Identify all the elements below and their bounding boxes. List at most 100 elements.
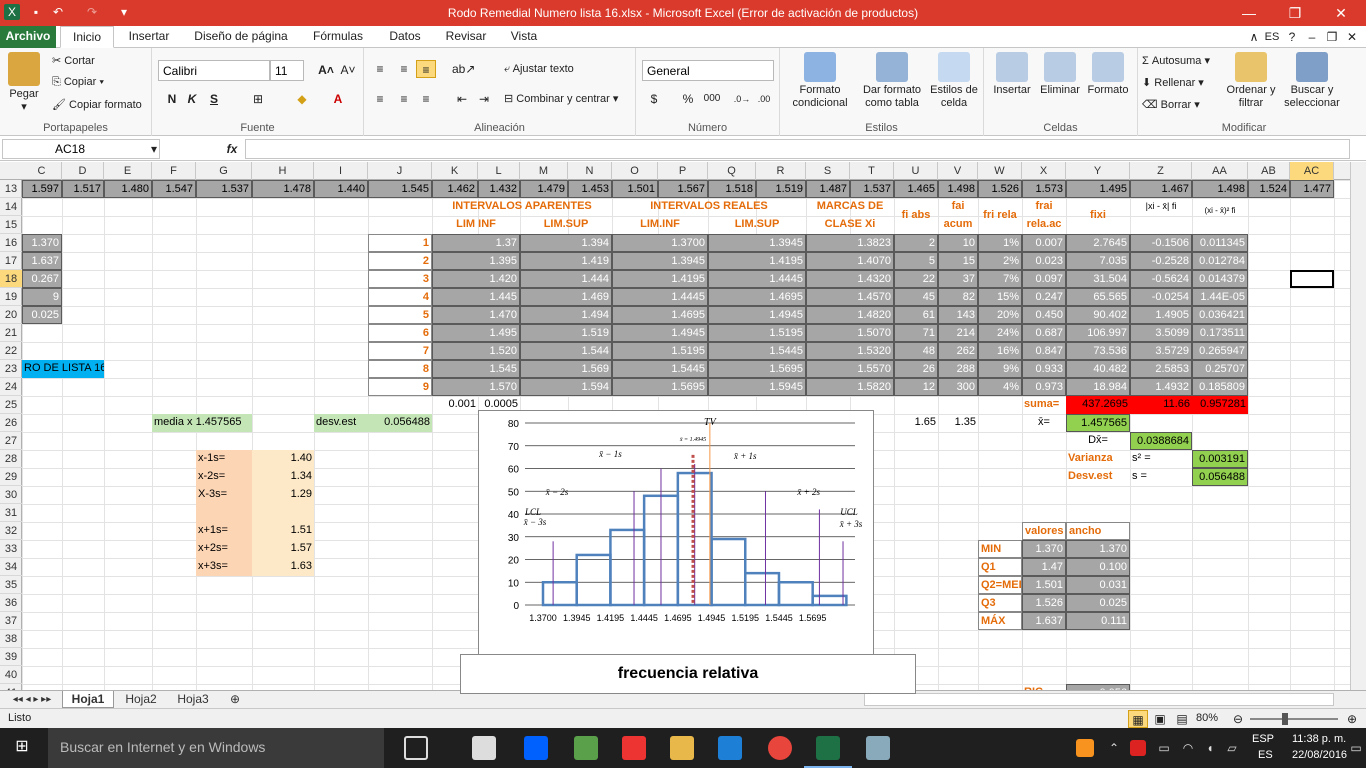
conditional-format-button[interactable]: Formato condicional xyxy=(784,52,856,110)
row-header-15[interactable]: 15 xyxy=(0,216,22,234)
freq-table-cell[interactable]: 1 xyxy=(368,234,432,252)
freq-table-cell[interactable]: 20% xyxy=(978,306,1022,324)
freq-table-cell[interactable]: 1.519 xyxy=(520,324,612,342)
freq-table-cell[interactable]: 1.394 xyxy=(520,234,612,252)
row-header-21[interactable]: 21 xyxy=(0,324,22,342)
freq-table-cell[interactable]: 9% xyxy=(978,360,1022,378)
row13-cell[interactable]: 1.498 xyxy=(938,180,978,198)
row13-cell[interactable]: 1.517 xyxy=(62,180,104,198)
varianza-value[interactable]: 0.003191 xyxy=(1192,450,1248,468)
column-header-ac[interactable]: AC xyxy=(1290,162,1334,180)
freq-table-cell[interactable]: 288 xyxy=(938,360,978,378)
row-header-31[interactable]: 31 xyxy=(0,504,22,522)
freq-table-cell[interactable]: 1.520 xyxy=(432,342,520,360)
column-header-f[interactable]: F xyxy=(152,162,196,180)
row-header-19[interactable]: 19 xyxy=(0,288,22,306)
delete-cells-button[interactable]: Eliminar xyxy=(1036,52,1084,97)
notification-alert-icon[interactable] xyxy=(1076,739,1094,757)
row-header-25[interactable]: 25 xyxy=(0,396,22,414)
freq-table-cell[interactable]: 1.395 xyxy=(432,252,520,270)
page-layout-icon[interactable]: ▣ xyxy=(1150,710,1170,728)
freq-table-cell[interactable]: 3 xyxy=(368,270,432,288)
desvest-label[interactable]: Desv.est xyxy=(1066,468,1130,486)
input-language[interactable]: ESP xyxy=(1252,733,1274,745)
freq-table-cell[interactable]: 1.5820 xyxy=(806,378,894,396)
excel-taskbar-icon[interactable] xyxy=(816,736,840,760)
freq-table-cell[interactable]: 0.265947 xyxy=(1192,342,1248,360)
freq-table-cell[interactable]: 65.565 xyxy=(1066,288,1130,306)
mean-label[interactable]: x̄= xyxy=(1022,414,1066,432)
row13-cell[interactable]: 1.480 xyxy=(104,180,152,198)
freq-table-cell[interactable]: 15 xyxy=(938,252,978,270)
row-header-27[interactable]: 27 xyxy=(0,432,22,450)
freq-table-cell[interactable]: 1.5695 xyxy=(612,378,708,396)
close-button[interactable]: ✕ xyxy=(1318,0,1364,26)
freq-table-cell[interactable]: 2.5853 xyxy=(1130,360,1192,378)
desv-value[interactable]: 0.056488 xyxy=(368,414,432,432)
row13-cell[interactable]: 1.479 xyxy=(520,180,568,198)
sigma-value[interactable]: 1.51 xyxy=(252,522,314,540)
v26-cell[interactable]: 1.35 xyxy=(938,414,978,432)
freq-table-cell[interactable]: 22 xyxy=(894,270,938,288)
paint-icon[interactable] xyxy=(866,736,890,760)
freq-table-cell[interactable]: 2 xyxy=(894,234,938,252)
freq-table-cell[interactable]: 26 xyxy=(894,360,938,378)
active-cell[interactable] xyxy=(1290,270,1334,288)
battery-icon[interactable]: ▭ xyxy=(1154,739,1174,757)
freq-table-cell[interactable]: 1.5195 xyxy=(612,342,708,360)
suma-abs[interactable]: 11.66 xyxy=(1130,396,1192,414)
sigma-label[interactable]: x+1s= xyxy=(196,522,252,540)
freq-table-cell[interactable]: 1.44E-05 xyxy=(1192,288,1248,306)
freq-table-cell[interactable]: 1.5695 xyxy=(708,360,806,378)
freq-table-cell[interactable]: 1.4932 xyxy=(1130,378,1192,396)
freq-table-cell[interactable]: 1.5195 xyxy=(708,324,806,342)
quartile-label[interactable]: Q3 xyxy=(978,594,1022,612)
formula-input[interactable] xyxy=(245,139,1350,159)
freq-table-cell[interactable]: 1.545 xyxy=(432,360,520,378)
freq-table-cell[interactable]: 143 xyxy=(938,306,978,324)
row-header-17[interactable]: 17 xyxy=(0,252,22,270)
tab-vista[interactable]: Vista xyxy=(502,26,546,48)
quartile-value[interactable]: 1.47 xyxy=(1022,558,1066,576)
freq-table-cell[interactable]: 48 xyxy=(894,342,938,360)
varianza-label[interactable]: Varianza xyxy=(1066,450,1130,468)
row13-cell[interactable]: 1.495 xyxy=(1066,180,1130,198)
format-painter-button[interactable]: 🖌 Copiar formato xyxy=(52,98,142,111)
sigma-value[interactable]: 1.29 xyxy=(252,486,314,504)
row-header-26[interactable]: 26 xyxy=(0,414,22,432)
freq-table-cell[interactable]: 0.973 xyxy=(1022,378,1066,396)
column-header-t[interactable]: T xyxy=(850,162,894,180)
merge-center-button[interactable]: ⊟ Combinar y centrar ▾ xyxy=(504,92,618,105)
column-header-r[interactable]: R xyxy=(756,162,806,180)
align-left-icon[interactable]: ≡ xyxy=(370,90,390,108)
freq-table-cell[interactable]: 1.5320 xyxy=(806,342,894,360)
freq-table-cell[interactable]: 71 xyxy=(894,324,938,342)
freq-table-cell[interactable]: 1.4695 xyxy=(708,288,806,306)
wrap-text-button[interactable]: ⤶ Ajustar texto xyxy=(504,63,574,76)
store-icon[interactable] xyxy=(472,736,496,760)
freq-table-cell[interactable]: 4 xyxy=(368,288,432,306)
column-header-z[interactable]: Z xyxy=(1130,162,1192,180)
column-header-n[interactable]: N xyxy=(568,162,612,180)
normal-view-icon[interactable]: ▦ xyxy=(1128,710,1148,728)
tab-insertar[interactable]: Insertar xyxy=(118,26,180,48)
quartile-width[interactable]: 0.031 xyxy=(1066,576,1130,594)
row23-label[interactable]: RO DE LISTA 16 xyxy=(22,360,104,378)
chevron-up-icon[interactable]: ⌃ xyxy=(1104,739,1124,757)
underline-button[interactable]: S xyxy=(204,90,224,108)
column-header-d[interactable]: D xyxy=(62,162,104,180)
row13-cell[interactable]: 1.537 xyxy=(850,180,894,198)
volume-icon[interactable]: ◖ xyxy=(1200,739,1220,757)
row13-cell[interactable]: 1.567 xyxy=(658,180,708,198)
freq-table-cell[interactable]: 5 xyxy=(368,306,432,324)
sort-filter-button[interactable]: Ordenar y filtrar xyxy=(1222,52,1280,110)
paste-button[interactable]: Pegar ▾ xyxy=(4,52,44,114)
freq-table-cell[interactable]: 0.25707 xyxy=(1192,360,1248,378)
freq-table-cell[interactable]: 1.37 xyxy=(432,234,520,252)
freq-table-cell[interactable]: 61 xyxy=(894,306,938,324)
sheet-nav-arrows[interactable]: ◂◂ ◂ ▸ ▸▸ xyxy=(4,691,60,708)
row13-cell[interactable]: 1.462 xyxy=(432,180,478,198)
sheet-tab-hoja2[interactable]: Hoja2 xyxy=(118,691,164,708)
freq-table-cell[interactable]: 7 xyxy=(368,342,432,360)
row-header-22[interactable]: 22 xyxy=(0,342,22,360)
